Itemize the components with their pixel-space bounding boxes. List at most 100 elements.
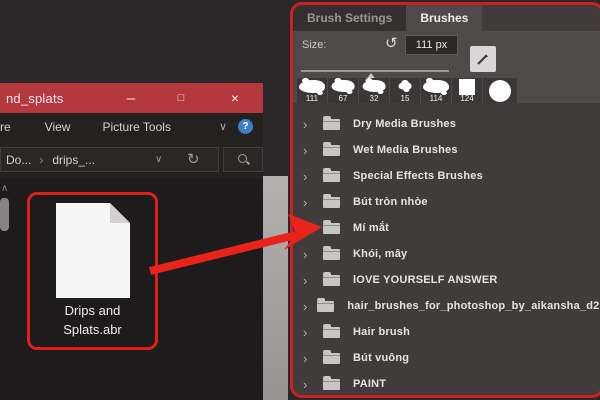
brush-folder-row[interactable]: › Wet Media Brushes xyxy=(293,137,600,163)
brush-thumbnail[interactable]: 67 xyxy=(328,78,358,103)
brush-folder-label: Khói, mây xyxy=(353,248,407,260)
folder-icon xyxy=(317,301,334,312)
brush-thumbnail[interactable]: 111 xyxy=(297,78,327,103)
brush-folder-row[interactable]: › Bút tròn nhòe xyxy=(293,189,600,215)
size-value-field[interactable]: 111 px xyxy=(405,35,458,55)
folder-icon xyxy=(323,249,340,260)
brush-thumbnails-row: 111 67 32 15 114 xyxy=(297,78,517,103)
tab-brushes[interactable]: Brushes xyxy=(406,5,482,31)
menu-item-picture-tools[interactable]: Picture Tools xyxy=(102,120,170,134)
brush-size-label: 124 xyxy=(452,94,482,103)
brush-thumbnail[interactable]: 124 xyxy=(452,78,482,103)
breadcrumb-folder[interactable]: drips_... xyxy=(52,153,95,167)
minimize-button[interactable]: – xyxy=(116,83,146,113)
brush-size-label: 111 xyxy=(297,94,327,103)
brush-folder-label: hair_brushes_for_photoshop_by_aikansha_d… xyxy=(347,300,600,312)
folder-icon xyxy=(323,171,340,182)
splat-brush-preview xyxy=(423,80,449,93)
brush-folder-row[interactable]: › Bút vuông xyxy=(293,345,600,371)
brush-folder-row[interactable]: › Khói, mây xyxy=(293,241,600,267)
chevron-right-icon[interactable]: › xyxy=(303,247,313,262)
brushes-panel: Brush Settings Brushes Size: ↺ 111 px 11… xyxy=(290,2,600,398)
explorer-ribbon-menu: re View Picture Tools ∨ ? xyxy=(0,113,263,140)
splat-brush-preview xyxy=(299,80,325,93)
chevron-right-icon[interactable]: › xyxy=(303,117,313,132)
brush-folder-row[interactable]: › PAINT xyxy=(293,371,600,397)
abr-file-name-line1: Drips and xyxy=(29,301,156,320)
chevron-right-icon[interactable]: › xyxy=(303,299,307,314)
round-brush-preview xyxy=(489,80,511,102)
brush-size-label: 15 xyxy=(390,94,420,103)
chevron-right-icon[interactable]: › xyxy=(303,273,313,288)
chevron-right-icon[interactable]: › xyxy=(303,325,313,340)
brush-folder-row[interactable]: › Dry Media Brushes xyxy=(293,111,600,137)
folder-icon xyxy=(323,353,340,364)
brush-size-label: 32 xyxy=(359,94,389,103)
size-label: Size: xyxy=(302,39,326,51)
scrollbar-thumb[interactable] xyxy=(0,198,9,231)
chevron-right-icon[interactable]: › xyxy=(303,143,313,158)
splat-brush-preview xyxy=(332,80,355,92)
pencil-icon xyxy=(475,51,491,67)
folder-icon xyxy=(323,223,340,234)
brush-folder-label: Dry Media Brushes xyxy=(353,118,456,130)
help-icon[interactable]: ? xyxy=(238,119,253,134)
folder-icon xyxy=(323,275,340,286)
brush-folder-label: lOVE YOURSELF ANSWER xyxy=(353,274,498,286)
brush-folder-label: PAINT xyxy=(353,378,386,390)
maximize-button[interactable]: □ xyxy=(166,83,196,113)
search-icon xyxy=(237,153,250,166)
brush-folder-row[interactable]: › Special Effects Brushes xyxy=(293,163,600,189)
brush-folder-label: Special Effects Brushes xyxy=(353,170,483,182)
panel-tabbar: Brush Settings Brushes xyxy=(293,5,600,31)
tabbar-filler xyxy=(482,5,600,31)
address-box[interactable]: Do... › drips_... ∨ ↻ xyxy=(0,147,219,172)
explorer-addressbar: Do... › drips_... ∨ ↻ xyxy=(0,140,263,178)
screenshot-stage: nd_splats – □ × re View Picture Tools ∨ … xyxy=(0,0,600,400)
folder-icon xyxy=(323,379,340,390)
abr-file-name-line2: Splats.abr xyxy=(29,320,156,339)
breadcrumb-separator-icon: › xyxy=(39,153,43,167)
chevron-right-icon[interactable]: › xyxy=(303,169,313,184)
brush-folder-list: › Dry Media Brushes › Wet Media Brushes … xyxy=(293,103,600,395)
chevron-right-icon[interactable]: › xyxy=(303,377,313,392)
size-slider-track[interactable] xyxy=(301,70,449,72)
abr-file-name[interactable]: Drips and Splats.abr xyxy=(29,301,156,339)
chevron-right-icon[interactable]: › xyxy=(303,195,313,210)
abr-file-icon[interactable] xyxy=(56,203,130,298)
brush-folder-row[interactable]: › Mí mắt xyxy=(293,215,600,241)
explorer-titlebar: nd_splats – □ × xyxy=(0,83,263,113)
folder-icon xyxy=(323,119,340,130)
breadcrumb-root[interactable]: Do... xyxy=(6,153,31,167)
reset-icon[interactable]: ↺ xyxy=(385,34,398,52)
brush-thumbnail[interactable]: 15 xyxy=(390,78,420,103)
address-dropdown-icon[interactable]: ∨ xyxy=(155,154,162,165)
splat-brush-preview xyxy=(399,82,412,90)
brush-folder-label: Bút tròn nhòe xyxy=(353,196,428,208)
background-window-strip xyxy=(262,176,288,400)
folder-icon xyxy=(323,145,340,156)
stroke-preview-toggle[interactable] xyxy=(470,46,496,72)
folder-icon xyxy=(323,197,340,208)
brush-size-section: Size: ↺ 111 px 111 67 xyxy=(293,31,600,103)
chevron-up-icon[interactable]: ∧ xyxy=(1,183,8,194)
refresh-icon[interactable]: ↻ xyxy=(187,150,200,168)
brush-folder-row[interactable]: › lOVE YOURSELF ANSWER xyxy=(293,267,600,293)
menu-item-view[interactable]: View xyxy=(45,120,71,134)
brush-thumbnail[interactable]: 114 xyxy=(421,78,451,103)
close-button[interactable]: × xyxy=(220,83,250,113)
chevron-right-icon[interactable]: › xyxy=(303,351,313,366)
menu-item-share-partial[interactable]: re xyxy=(0,120,11,134)
brush-folder-label: Bút vuông xyxy=(353,352,409,364)
brush-thumbnail[interactable] xyxy=(483,78,517,103)
folder-icon xyxy=(323,327,340,338)
brush-thumbnail[interactable]: 32 xyxy=(359,78,389,103)
brush-folder-row[interactable]: › hair_brushes_for_photoshop_by_aikansha… xyxy=(293,293,600,319)
brush-folder-label: Mí mắt xyxy=(353,222,389,234)
chevron-down-icon[interactable]: ∨ xyxy=(219,120,227,133)
brush-size-label: 114 xyxy=(421,94,451,103)
brush-folder-row[interactable]: › Hair brush xyxy=(293,319,600,345)
tab-brush-settings[interactable]: Brush Settings xyxy=(293,5,406,31)
chevron-right-icon[interactable]: › xyxy=(303,221,313,236)
search-input[interactable] xyxy=(223,147,263,172)
